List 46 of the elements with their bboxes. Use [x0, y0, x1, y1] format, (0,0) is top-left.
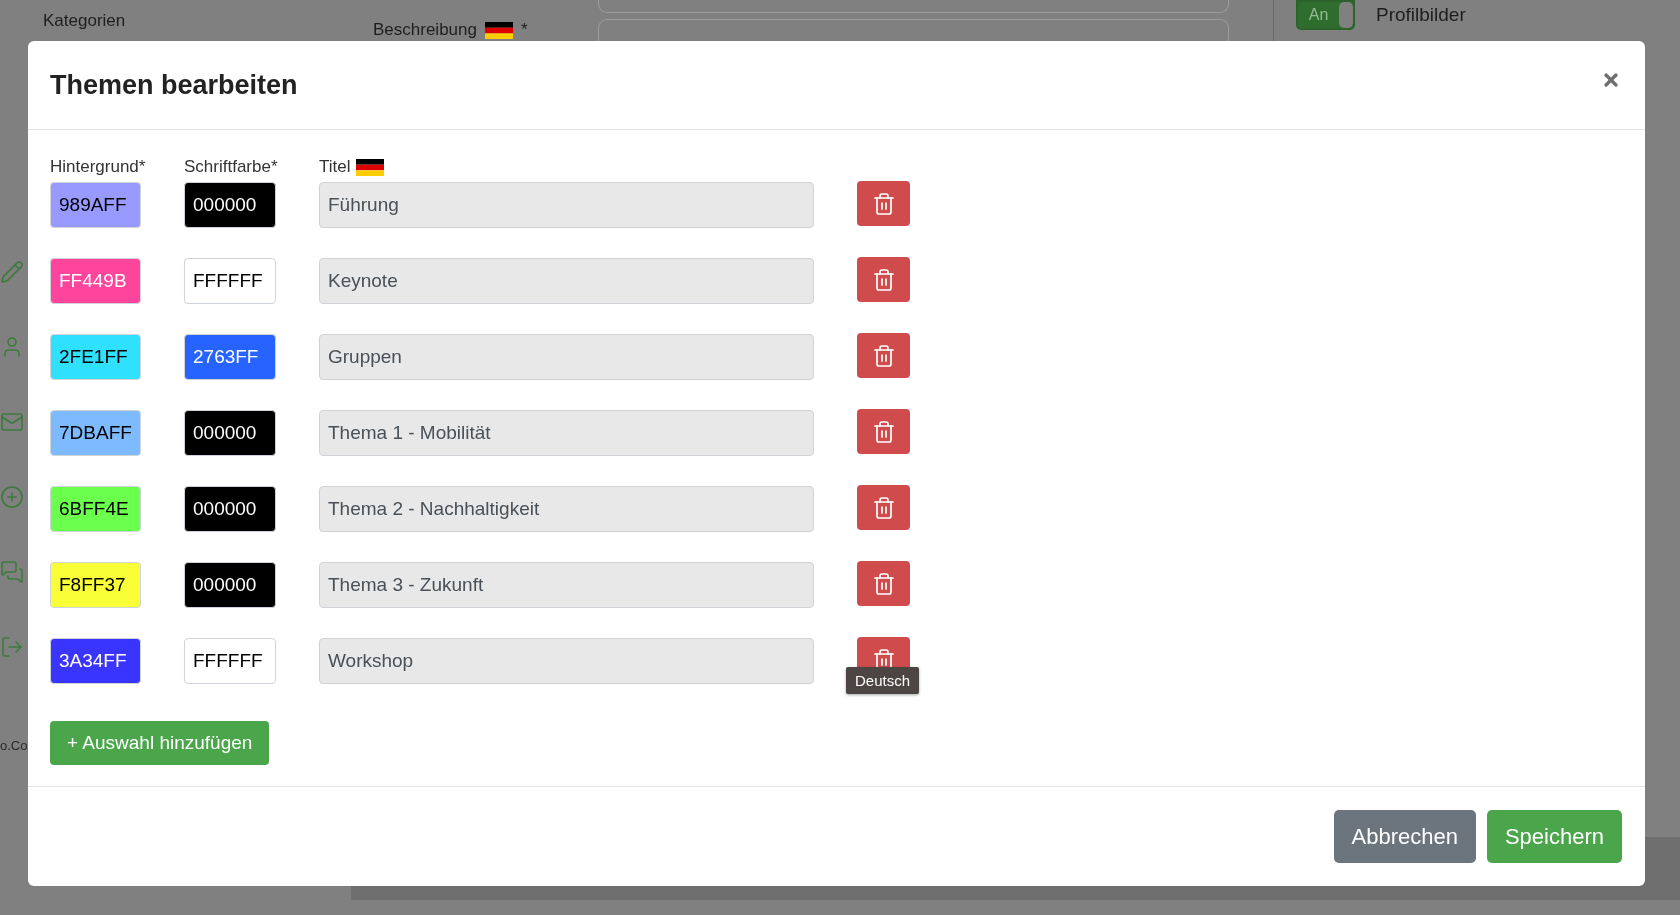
hex-color-field[interactable]: FFFFFF [184, 638, 276, 684]
hex-color-field[interactable]: F8FF37 [50, 562, 141, 608]
title-input-field[interactable]: Workshop [319, 638, 814, 684]
hex-color-field[interactable]: FFFFFF [184, 258, 276, 304]
title-input-field[interactable]: Thema 2 - Nachhaltigkeit [319, 486, 814, 532]
hex-color-field[interactable]: 2763FF [184, 334, 276, 380]
close-button[interactable] [1601, 70, 1621, 90]
hex-color-field[interactable]: 000000 [184, 410, 276, 456]
required-mark: * [520, 20, 528, 40]
hex-color-field[interactable]: 000000 [184, 486, 276, 532]
trash-icon [871, 267, 896, 292]
title-input-field[interactable]: Keynote [319, 258, 814, 304]
delete-button[interactable] [857, 409, 910, 454]
delete-button[interactable] [857, 561, 910, 606]
column-label: Hintergrund* [50, 157, 146, 177]
trash-icon [871, 495, 896, 520]
hex-color-field[interactable]: 000000 [184, 562, 276, 608]
cancel-button[interactable]: Abbrechen [1333, 810, 1476, 863]
delete-button[interactable] [857, 333, 910, 378]
trash-icon [871, 191, 896, 216]
title-input-field[interactable]: Führung [319, 182, 814, 228]
column-label: Titel [319, 157, 351, 177]
dialog-title: Themen bearbeiten [50, 69, 298, 101]
delete-button[interactable] [857, 181, 910, 226]
delete-button[interactable] [857, 257, 910, 302]
hex-color-field[interactable]: 6BFF4E [50, 486, 141, 532]
close-icon [1601, 70, 1621, 90]
tooltip: Deutsch [846, 667, 920, 694]
title-input-field[interactable]: Thema 1 - Mobilität [319, 410, 814, 456]
trash-icon [871, 343, 896, 368]
trash-icon [871, 571, 896, 596]
section-label: Kategorien [43, 11, 127, 31]
column-label: Schriftfarbe* [184, 157, 278, 177]
delete-button[interactable] [857, 485, 910, 530]
hex-color-field[interactable]: 7DBAFF [50, 410, 141, 456]
trash-icon [871, 419, 896, 444]
sidebar-text: o.Co [0, 738, 28, 754]
title-input-field[interactable]: Gruppen [319, 334, 814, 380]
hex-color-field[interactable]: 989AFF [50, 182, 141, 228]
field-label: Beschreibung [373, 20, 477, 40]
hex-color-field[interactable]: 000000 [184, 182, 276, 228]
hex-color-field[interactable]: 2FE1FF [50, 334, 141, 380]
text-input-field[interactable] [598, 0, 1229, 13]
title-input-field[interactable]: Thema 3 - Zukunft [319, 562, 814, 608]
hex-color-field[interactable]: 3A34FF [50, 638, 141, 684]
toggle-label: Profilbilder [1376, 4, 1466, 26]
